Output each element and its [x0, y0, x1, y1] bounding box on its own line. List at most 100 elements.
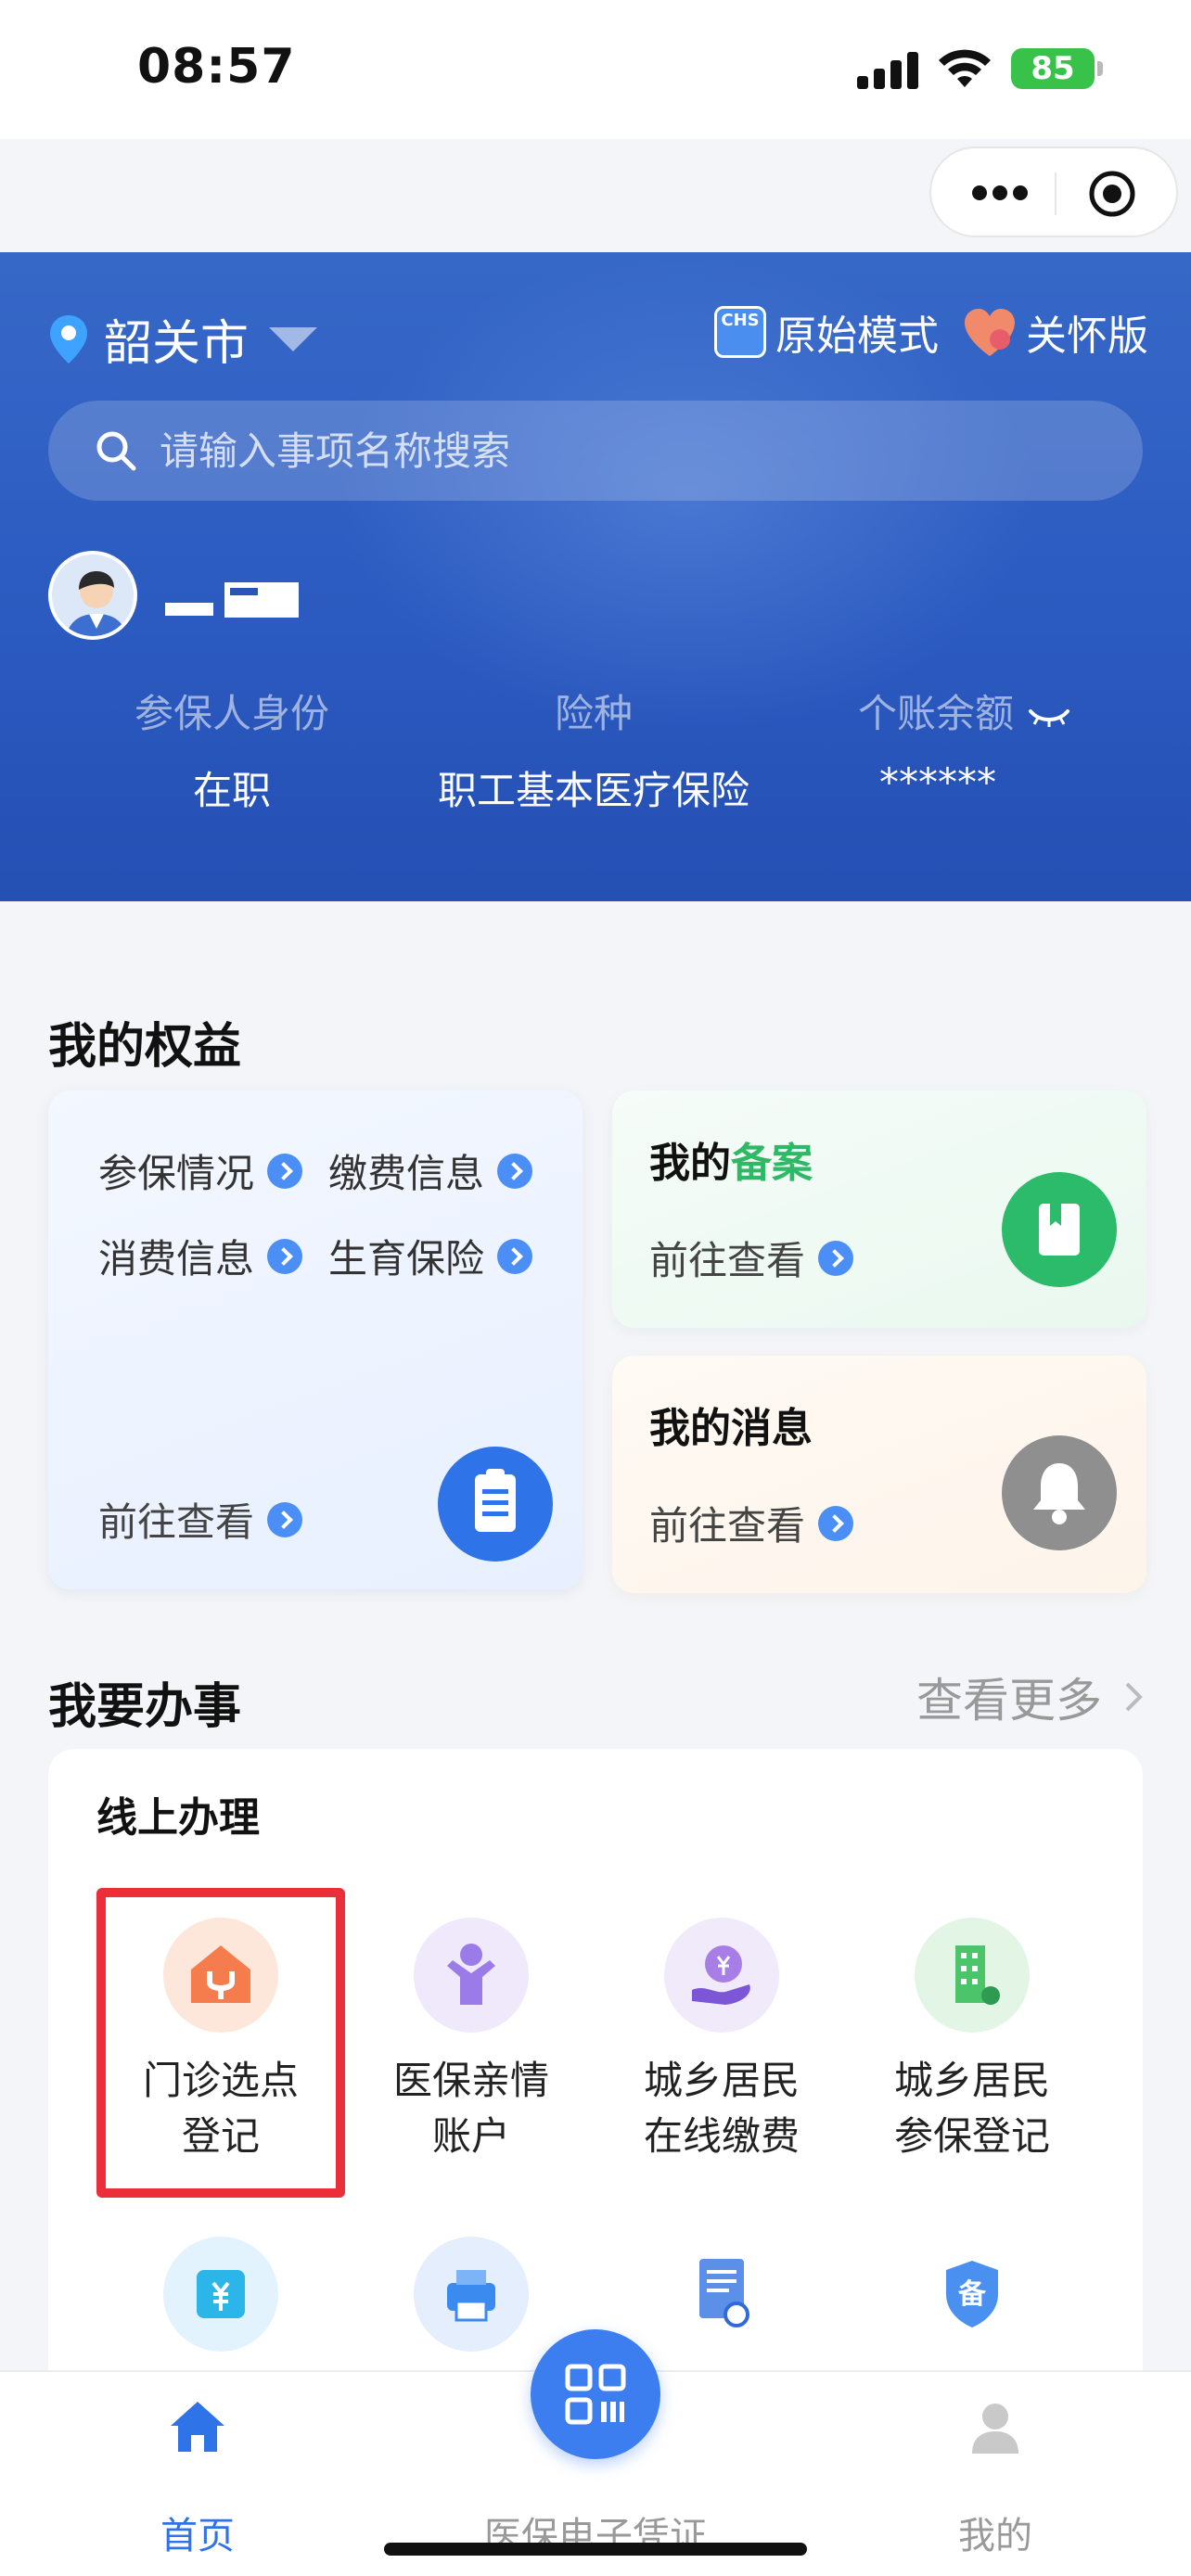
- my-messages-card[interactable]: 我的消息 前往查看: [612, 1356, 1146, 1593]
- enrollment-building-icon: [915, 1918, 1030, 2033]
- filing-title-accent: 备案: [731, 1140, 813, 1187]
- shield-badge-text: 备: [958, 2278, 987, 2311]
- go-label: 前往查看: [649, 1503, 806, 1549]
- see-more-link[interactable]: 查看更多: [916, 1664, 1143, 1730]
- search-bar[interactable]: [48, 401, 1143, 501]
- avatar[interactable]: [48, 551, 137, 640]
- arrow-right-icon: [267, 1153, 303, 1189]
- service-label-line2: 参保登记: [893, 2113, 1050, 2159]
- clipboard-icon: [438, 1447, 553, 1562]
- book-icon: [1002, 1172, 1117, 1287]
- status-time: 08:57: [137, 39, 296, 95]
- service-family-account[interactable]: 医保亲情 账户: [351, 1918, 592, 2164]
- signal-icon: [857, 52, 922, 89]
- arrow-right-icon: [267, 1501, 303, 1537]
- home-indicator: [384, 2543, 807, 2556]
- benefit-link-payment[interactable]: 缴费信息: [328, 1142, 533, 1199]
- insurance-type-value: 职工基本医疗保险: [437, 768, 749, 813]
- wallet-yuan-icon: [163, 2237, 278, 2352]
- chevron-right-icon: [1125, 1682, 1143, 1712]
- benefit-link-label: 缴费信息: [328, 1151, 485, 1196]
- service-label: 城乡居民 参保登记: [852, 2053, 1093, 2164]
- document-search-icon: [664, 2237, 779, 2352]
- close-target-icon[interactable]: [1087, 169, 1137, 219]
- tab-home[interactable]: 首页: [139, 2506, 256, 2559]
- caret-down-icon: [269, 326, 318, 351]
- service-label: 医保亲情 账户: [351, 2053, 592, 2164]
- status-bar: 08:57 85: [0, 0, 1191, 139]
- service-label-line1: 医保亲情: [392, 2058, 549, 2103]
- city-label: 韶关市: [104, 316, 250, 372]
- location-pin-icon: [50, 314, 87, 363]
- care-mode-link[interactable]: 关怀版: [961, 302, 1148, 362]
- identity-value: 在职: [192, 768, 271, 813]
- wifi-icon: [939, 49, 991, 87]
- printer-icon: [414, 2237, 529, 2352]
- qr-code-icon: [565, 2364, 626, 2425]
- arrow-right-icon: [818, 1505, 854, 1541]
- service-label-line2: 在线缴费: [643, 2113, 800, 2159]
- benefits-card: 参保情况 缴费信息 消费信息 生育保险 前往查看: [48, 1090, 583, 1589]
- miniprogram-capsule: [929, 147, 1178, 237]
- service-label: 城乡居民 在线缴费: [601, 2053, 842, 2164]
- benefits-go-link[interactable]: 前往查看: [98, 1491, 303, 1548]
- heart-icon: [965, 309, 1015, 356]
- account-balance-field: 个账余额 ******: [816, 682, 1113, 805]
- medical-voucher-button[interactable]: [531, 2329, 660, 2459]
- shield-icon: 备: [915, 2237, 1030, 2352]
- service-label-line2: 账户: [431, 2113, 510, 2159]
- benefit-link-maternity[interactable]: 生育保险: [328, 1228, 533, 1284]
- messages-go-link[interactable]: 前往查看: [649, 1495, 854, 1551]
- filing-go-link[interactable]: 前往查看: [649, 1230, 854, 1286]
- account-balance-label: 个账余额: [857, 691, 1014, 736]
- care-mode-label: 关怀版: [1026, 312, 1148, 360]
- service-online-payment[interactable]: 城乡居民 在线缴费: [601, 1918, 842, 2164]
- account-balance-header: 个账余额: [816, 682, 1113, 739]
- original-mode-link[interactable]: CHS 原始模式: [714, 302, 939, 362]
- benefit-link-label: 参保情况: [98, 1151, 255, 1196]
- arrow-right-icon: [818, 1240, 854, 1276]
- battery-indicator: 85: [1011, 48, 1095, 89]
- family-account-icon: [414, 1918, 529, 2033]
- chs-logo-icon: CHS: [714, 306, 766, 358]
- original-mode-label: 原始模式: [775, 312, 939, 360]
- city-selector[interactable]: 韶关市: [48, 304, 318, 374]
- search-icon: [96, 431, 136, 471]
- highlight-annotation-box: [96, 1888, 345, 2198]
- more-icon[interactable]: [970, 182, 1030, 204]
- benefit-link-enrollment[interactable]: 参保情况: [98, 1142, 303, 1199]
- service-enrollment-registration[interactable]: 城乡居民 参保登记: [852, 1918, 1093, 2164]
- arrow-right-icon: [497, 1238, 533, 1274]
- service-row2-item-4[interactable]: 备: [852, 2237, 1093, 2352]
- insurance-type-field: 险种 职工基本医疗保险: [399, 682, 788, 816]
- home-icon[interactable]: [167, 2396, 228, 2457]
- capsule-divider: [1055, 172, 1057, 215]
- identity-label: 参保人身份: [134, 691, 329, 736]
- my-filing-card[interactable]: 我的备案 前往查看: [612, 1090, 1146, 1328]
- battery-tip: [1097, 61, 1103, 76]
- chs-badge-text: CHS: [721, 311, 760, 330]
- messages-title: 我的消息: [649, 1405, 813, 1452]
- benefit-link-consumption[interactable]: 消费信息: [98, 1228, 303, 1284]
- filing-title: 我的备案: [649, 1129, 813, 1189]
- insurance-type-label: 险种: [554, 691, 633, 736]
- service-row2-item-1[interactable]: [100, 2237, 341, 2352]
- bell-icon: [1002, 1435, 1117, 1550]
- tab-me[interactable]: 我的: [941, 2506, 1050, 2559]
- service-label-line1: 城乡居民: [643, 2058, 800, 2103]
- identity-field: 参保人身份 在职: [102, 682, 362, 816]
- benefit-link-label: 生育保险: [328, 1236, 485, 1282]
- online-payment-icon: [664, 1918, 779, 2033]
- eye-closed-icon[interactable]: [1027, 706, 1071, 728]
- person-icon[interactable]: [965, 2396, 1026, 2457]
- benefit-link-label: 消费信息: [98, 1236, 255, 1282]
- benefits-title: 我的权益: [48, 1019, 242, 1075]
- filing-title-prefix: 我的: [649, 1140, 731, 1187]
- services-title: 我要办事: [48, 1679, 242, 1735]
- search-input[interactable]: [160, 427, 1087, 474]
- go-label: 前往查看: [649, 1238, 806, 1283]
- service-label-line1: 城乡居民: [893, 2058, 1050, 2103]
- online-services-title: 线上办理: [96, 1794, 260, 1842]
- arrow-right-icon: [267, 1238, 303, 1274]
- go-label: 前往查看: [98, 1499, 255, 1545]
